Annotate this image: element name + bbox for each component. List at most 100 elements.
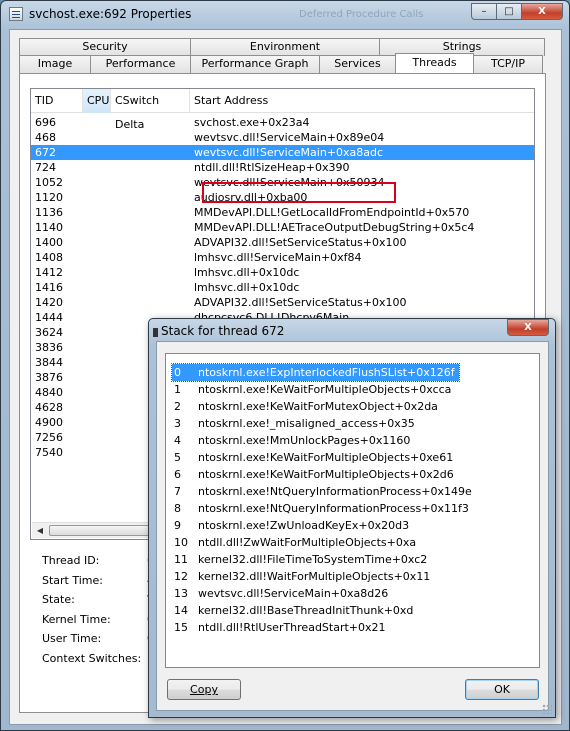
thread-tid: 4628	[35, 401, 63, 414]
stack-frame-index: 0	[174, 366, 181, 379]
stack-frame-row[interactable]: 0 ntoskrnl.exe!ExpInterlockedFlushSList+0…	[171, 363, 460, 382]
thread-tid: 1136	[35, 206, 63, 219]
stack-frame-index: 6	[174, 468, 181, 481]
thread-tid: 4840	[35, 386, 63, 399]
stack-frame-row[interactable]: 15 ntdll.dll!RtlUserThreadStart+0x21	[172, 619, 390, 636]
scroll-left-arrow-icon[interactable]: ◀	[32, 523, 48, 538]
stack-frame-row[interactable]: 13 wevtsvc.dll!ServiceMain+0xa8d26	[172, 585, 392, 602]
dialog-icon	[153, 328, 158, 337]
stack-frame-row[interactable]: 4 ntoskrnl.exe!MmUnlockPages+0x1160	[172, 432, 414, 449]
thread-start-address: lmhsvc.dll!ServiceMain+0xf84	[194, 251, 362, 264]
thread-tid: 7540	[35, 446, 63, 459]
stack-dialog-close-button[interactable]: X	[507, 319, 549, 336]
stack-frame-index: 1	[174, 383, 181, 396]
tab-image[interactable]: Image	[19, 55, 91, 73]
thread-row[interactable]: 672 wevtsvc.dll!ServiceMain+0xa8adc	[31, 145, 534, 160]
stack-frame-function: ntoskrnl.exe!KeWaitForMultipleObjects+0x…	[198, 383, 452, 396]
stack-frame-row[interactable]: 12 kernel32.dll!WaitForMultipleObjects+0x…	[172, 568, 434, 585]
thread-tid: 672	[35, 146, 56, 159]
thread-start-address: wevtsvc.dll!ServiceMain+0xa8adc	[194, 146, 384, 159]
column-header-start-address[interactable]: Start Address	[190, 89, 534, 113]
stack-frame-function: ntoskrnl.exe!NtQueryInformationProcess+0…	[198, 485, 472, 498]
window-title: svchost.exe:692 Properties	[29, 7, 192, 21]
minimize-button[interactable]: –	[471, 3, 497, 20]
thread-tid: 1120	[35, 191, 63, 204]
background-window-title: Deferred Procedure Calls	[299, 9, 424, 20]
stack-dialog: Stack for thread 672 X 0 ntoskrnl.exe!Exp…	[148, 318, 556, 718]
stack-frame-row[interactable]: 8 ntoskrnl.exe!NtQueryInformationProcess+…	[172, 500, 473, 517]
stack-frame-function: ntoskrnl.exe!ZwUnloadKeyEx+0x20d3	[198, 519, 410, 532]
thread-tid: 1420	[35, 296, 63, 309]
thread-info-label: Start Time:	[42, 573, 103, 587]
column-header-cpu[interactable]: CPU	[83, 89, 111, 113]
stack-frame-row[interactable]: 9 ntoskrnl.exe!ZwUnloadKeyEx+0x20d3	[172, 517, 413, 534]
stack-frame-function: wevtsvc.dll!ServiceMain+0xa8d26	[198, 587, 389, 600]
stack-frame-function: kernel32.dll!FileTimeToSystemTime+0xc2	[198, 553, 428, 566]
maximize-button[interactable]: □	[496, 3, 522, 20]
thread-tid: 468	[35, 131, 56, 144]
application-icon	[9, 7, 23, 21]
thread-row[interactable]: 1416 lmhsvc.dll+0x10dc	[31, 280, 534, 295]
thread-start-address: MMDevAPI.DLL!GetLocalIdFromEndpointId+0x…	[194, 206, 470, 219]
thread-tid: 1416	[35, 281, 63, 294]
tab-threads[interactable]: Threads	[395, 53, 474, 73]
thread-row[interactable]: 1136 MMDevAPI.DLL!GetLocalIdFromEndpointI…	[31, 205, 534, 220]
thread-info-label: User Time:	[42, 632, 102, 645]
thread-tid: 1444	[35, 311, 63, 324]
thread-tid: 3624	[35, 326, 63, 339]
tab-performance-graph[interactable]: Performance Graph	[190, 55, 320, 73]
stack-frame-row[interactable]: 10 ntdll.dll!ZwWaitForMultipleObjects+0xa	[172, 534, 420, 551]
stack-frame-function: ntoskrnl.exe!KeWaitForMultipleObjects+0x…	[198, 468, 454, 481]
stack-frame-row[interactable]: 11 kernel32.dll!FileTimeToSystemTime+0xc2	[172, 551, 431, 568]
thread-tid: 1052	[35, 176, 63, 189]
thread-row[interactable]: 1420 ADVAPI32.dll!SetServiceStatus+0x100	[31, 295, 534, 310]
stack-frame-index: 7	[174, 485, 181, 498]
thread-info-label: State:	[42, 593, 75, 606]
stack-dialog-client: 0 ntoskrnl.exe!ExpInterlockedFlushSList+0…	[156, 341, 549, 711]
resize-grip-icon[interactable]	[542, 704, 552, 714]
tab-row-bottom: Image Performance Performance Graph Serv…	[19, 53, 543, 73]
tab-security[interactable]: Security	[19, 38, 191, 56]
stack-frame-row[interactable]: 1 ntoskrnl.exe!KeWaitForMultipleObjects+0…	[172, 381, 455, 398]
stack-frame-function: ntoskrnl.exe!_misaligned_access+0x35	[198, 417, 415, 430]
copy-button[interactable]: Copy	[167, 679, 241, 700]
stack-frame-row[interactable]: 5 ntoskrnl.exe!KeWaitForMultipleObjects+0…	[172, 449, 457, 466]
stack-frame-row[interactable]: 14 kernel32.dll!BaseThreadInitThunk+0xd	[172, 602, 417, 619]
thread-row[interactable]: 1412 lmhsvc.dll+0x10dc	[31, 265, 534, 280]
thread-tid: 3844	[35, 356, 63, 369]
tab-performance[interactable]: Performance	[90, 55, 191, 73]
column-header-tid[interactable]: TID	[31, 89, 83, 113]
stack-frame-row[interactable]: 2 ntoskrnl.exe!KeWaitForMutexObject+0x2da	[172, 398, 442, 415]
thread-row[interactable]: 1408 lmhsvc.dll!ServiceMain+0xf84	[31, 250, 534, 265]
thread-row[interactable]: 468 wevtsvc.dll!ServiceMain+0x89e04	[31, 130, 534, 145]
stack-frame-row[interactable]: 3 ntoskrnl.exe!_misaligned_access+0x35	[172, 415, 419, 432]
thread-tid: 1412	[35, 266, 63, 279]
title-bar[interactable]: svchost.exe:692 Properties Deferred Proc…	[1, 1, 569, 29]
stack-frame-function: ntoskrnl.exe!MmUnlockPages+0x1160	[198, 434, 411, 447]
thread-tid: 1400	[35, 236, 63, 249]
column-header-cswitch-delta[interactable]: CSwitch Delta	[111, 89, 190, 131]
tab-environment[interactable]: Environment	[190, 38, 380, 56]
tab-services[interactable]: Services	[319, 55, 396, 73]
stack-frame-row[interactable]: 7 ntoskrnl.exe!NtQueryInformationProcess+…	[172, 483, 476, 500]
stack-frame-function: ntoskrnl.exe!KeWaitForMutexObject+0x2da	[198, 400, 438, 413]
thread-tid: 1140	[35, 221, 63, 234]
stack-frame-index: 13	[174, 587, 188, 600]
stack-frame-function: kernel32.dll!WaitForMultipleObjects+0x11	[198, 570, 431, 583]
stack-frame-index: 14	[174, 604, 188, 617]
thread-start-address: ADVAPI32.dll!SetServiceStatus+0x100	[194, 296, 407, 309]
thread-row[interactable]: 1140 MMDevAPI.DLL!AETraceOutputDebugStrin…	[31, 220, 534, 235]
close-button[interactable]: X	[521, 3, 563, 20]
thread-start-address: ntdll.dll!RtlSizeHeap+0x390	[194, 161, 350, 174]
stack-frame-index: 8	[174, 502, 181, 515]
thread-info-label: Context Switches:	[42, 651, 142, 665]
thread-row[interactable]: 1400 ADVAPI32.dll!SetServiceStatus+0x100	[31, 235, 534, 250]
stack-frame-index: 9	[174, 519, 181, 532]
tab-tcpip[interactable]: TCP/IP	[473, 55, 543, 73]
stack-frame-list[interactable]: 0 ntoskrnl.exe!ExpInterlockedFlushSList+0…	[165, 353, 540, 668]
ok-button[interactable]: OK	[465, 679, 539, 700]
stack-frame-row[interactable]: 6 ntoskrnl.exe!KeWaitForMultipleObjects+0…	[172, 466, 458, 483]
thread-row[interactable]: 724 ntdll.dll!RtlSizeHeap+0x390	[31, 160, 534, 175]
stack-frame-index: 4	[174, 434, 181, 447]
thread-row[interactable]: 696 svchost.exe+0x23a4	[31, 115, 534, 130]
